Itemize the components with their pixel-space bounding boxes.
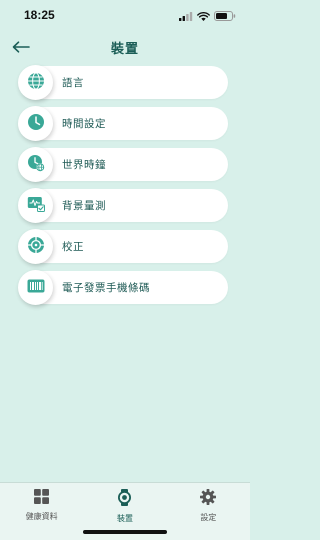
clock-icon [27,113,45,135]
menu-item-label: 時間設定 [62,118,106,130]
menu-item-background-measurement[interactable]: 背景量測 [18,188,228,223]
wifi-icon [197,6,210,25]
tab-health-data[interactable]: 健康資料 [7,483,77,540]
background-measure-icon [27,196,45,216]
globe-icon [27,72,45,94]
watch-icon [118,489,132,510]
home-indicator [83,530,167,534]
back-arrow-icon [12,38,30,57]
status-icons [179,6,236,25]
back-button[interactable] [10,38,32,56]
battery-icon [214,6,236,25]
status-time: 18:25 [24,8,55,22]
grid-icon [34,489,50,508]
tab-label: 裝置 [116,514,133,523]
calibrate-target-icon [27,236,45,258]
barcode-icon [27,278,45,297]
menu-item-label: 校正 [62,241,84,253]
signal-icon [179,6,193,25]
menu-item-calibration[interactable]: 校正 [18,229,228,264]
menu-item-label: 電子發票手機條碼 [62,282,150,294]
menu-item-e-invoice-barcode[interactable]: 電子發票手機條碼 [18,270,228,305]
header: 裝置 [0,34,250,60]
menu-item-label: 世界時鐘 [62,159,106,171]
gear-icon [200,489,217,509]
tab-label: 設定 [200,513,217,522]
menu-item-time-settings[interactable]: 時間設定 [18,106,228,141]
world-clock-icon [27,154,45,176]
menu-item-language[interactable]: 語言 [18,65,228,100]
tab-label: 健康資料 [25,512,58,521]
tab-settings[interactable]: 設定 [173,483,243,540]
menu-item-world-clock[interactable]: 世界時鐘 [18,147,228,182]
status-bar: 18:25 [0,0,250,30]
page-title: 裝置 [110,41,139,57]
menu-item-label: 語言 [62,77,84,89]
menu-item-label: 背景量測 [62,200,106,212]
device-menu: 語言 時間設定 世界時鐘 背景量測 校正 電子發票手機條碼 [18,65,228,305]
